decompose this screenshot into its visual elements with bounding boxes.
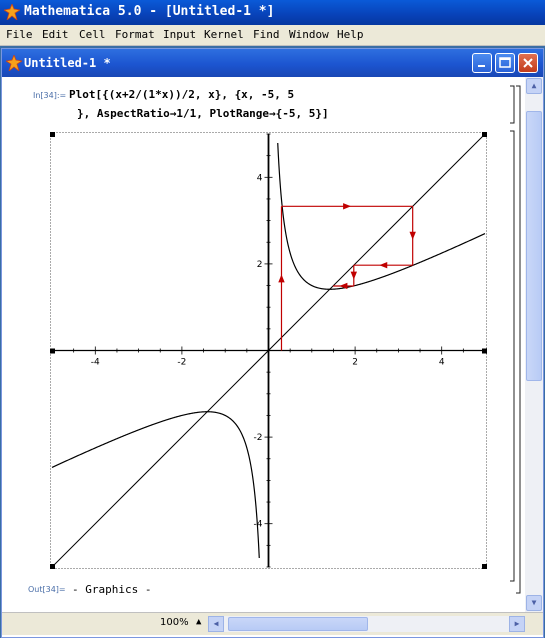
- scroll-thumb[interactable]: [526, 111, 542, 381]
- menu-input[interactable]: Input: [163, 28, 196, 41]
- minimize-icon: [478, 65, 485, 67]
- y-tick-label: -2: [254, 433, 263, 443]
- cobweb-arrow: [343, 203, 352, 210]
- cobweb-arrow: [278, 274, 285, 283]
- maximize-icon: [499, 57, 511, 68]
- vertical-scrollbar[interactable]: ▲ ▼: [525, 77, 543, 612]
- minimize-button[interactable]: [472, 53, 492, 73]
- frame-handle: [482, 564, 487, 569]
- input-line-1[interactable]: Plot[{(x+2/(1*x))/2, x}, {x, -5, 5: [69, 88, 294, 101]
- cell-brackets[interactable]: [507, 85, 525, 595]
- menu-find[interactable]: Find: [253, 28, 280, 41]
- y-tick-label: 2: [257, 260, 263, 270]
- status-bar: 100% ▲ ◀ ▶: [2, 612, 543, 635]
- x-tick-label: -4: [91, 358, 100, 368]
- maximize-button[interactable]: [495, 53, 515, 73]
- input-label: In[34]:=: [33, 91, 67, 100]
- frame-handle: [50, 132, 55, 137]
- plot-graphics[interactable]: -4 -2 2 442-2-4: [50, 132, 487, 569]
- x-tick-label: 2: [352, 358, 358, 368]
- mathematica-logo-icon: [6, 55, 22, 71]
- zoom-level[interactable]: 100%: [160, 617, 189, 628]
- cobweb-arrow: [350, 271, 358, 280]
- close-button[interactable]: [518, 53, 538, 73]
- horizontal-scrollbar[interactable]: ◀ ▶: [208, 616, 525, 632]
- notebook-window: Untitled-1 * In[34]:= Plot[{(x+2/(1*x))/…: [1, 48, 544, 638]
- menu-window[interactable]: Window: [289, 28, 329, 41]
- menu-cell[interactable]: Cell: [79, 28, 106, 41]
- menu-help[interactable]: Help: [337, 28, 364, 41]
- menu-bar: File Edit Cell Format Input Kernel Find …: [0, 25, 545, 46]
- zoom-up-icon[interactable]: ▲: [196, 617, 201, 627]
- app-title-bar: Mathematica 5.0 - [Untitled-1 *]: [0, 0, 545, 25]
- menu-format[interactable]: Format: [115, 28, 155, 41]
- menu-edit[interactable]: Edit: [42, 28, 69, 41]
- mathematica-logo-icon: [4, 4, 20, 20]
- notebook-title: Untitled-1 *: [24, 56, 111, 70]
- app-title: Mathematica 5.0 - [Untitled-1 *]: [24, 4, 275, 19]
- menu-file[interactable]: File: [6, 28, 33, 41]
- x-tick-label: 4: [439, 358, 445, 368]
- notebook-title-bar: Untitled-1 *: [2, 49, 543, 77]
- scroll-down-button[interactable]: ▼: [526, 595, 542, 611]
- horizontal-scroll-thumb[interactable]: [228, 617, 368, 631]
- x-tick-label: -2: [177, 358, 186, 368]
- y-tick-label: 4: [257, 173, 263, 183]
- scroll-up-button[interactable]: ▲: [526, 78, 542, 94]
- output-graphics-text: - Graphics -: [72, 583, 152, 596]
- input-line-2[interactable]: }, AspectRatio→1/1, PlotRange→{-5, 5}]: [77, 107, 329, 120]
- scroll-right-button[interactable]: ▶: [509, 616, 525, 632]
- menu-kernel[interactable]: Kernel: [204, 28, 244, 41]
- cobweb-arrow: [409, 231, 416, 240]
- close-icon: [523, 58, 533, 68]
- notebook-content[interactable]: In[34]:= Plot[{(x+2/(1*x))/2, x}, {x, -5…: [2, 77, 525, 612]
- cobweb-arrow: [379, 261, 388, 269]
- scroll-left-button[interactable]: ◀: [208, 616, 224, 632]
- output-label: Out[34]=: [28, 585, 66, 594]
